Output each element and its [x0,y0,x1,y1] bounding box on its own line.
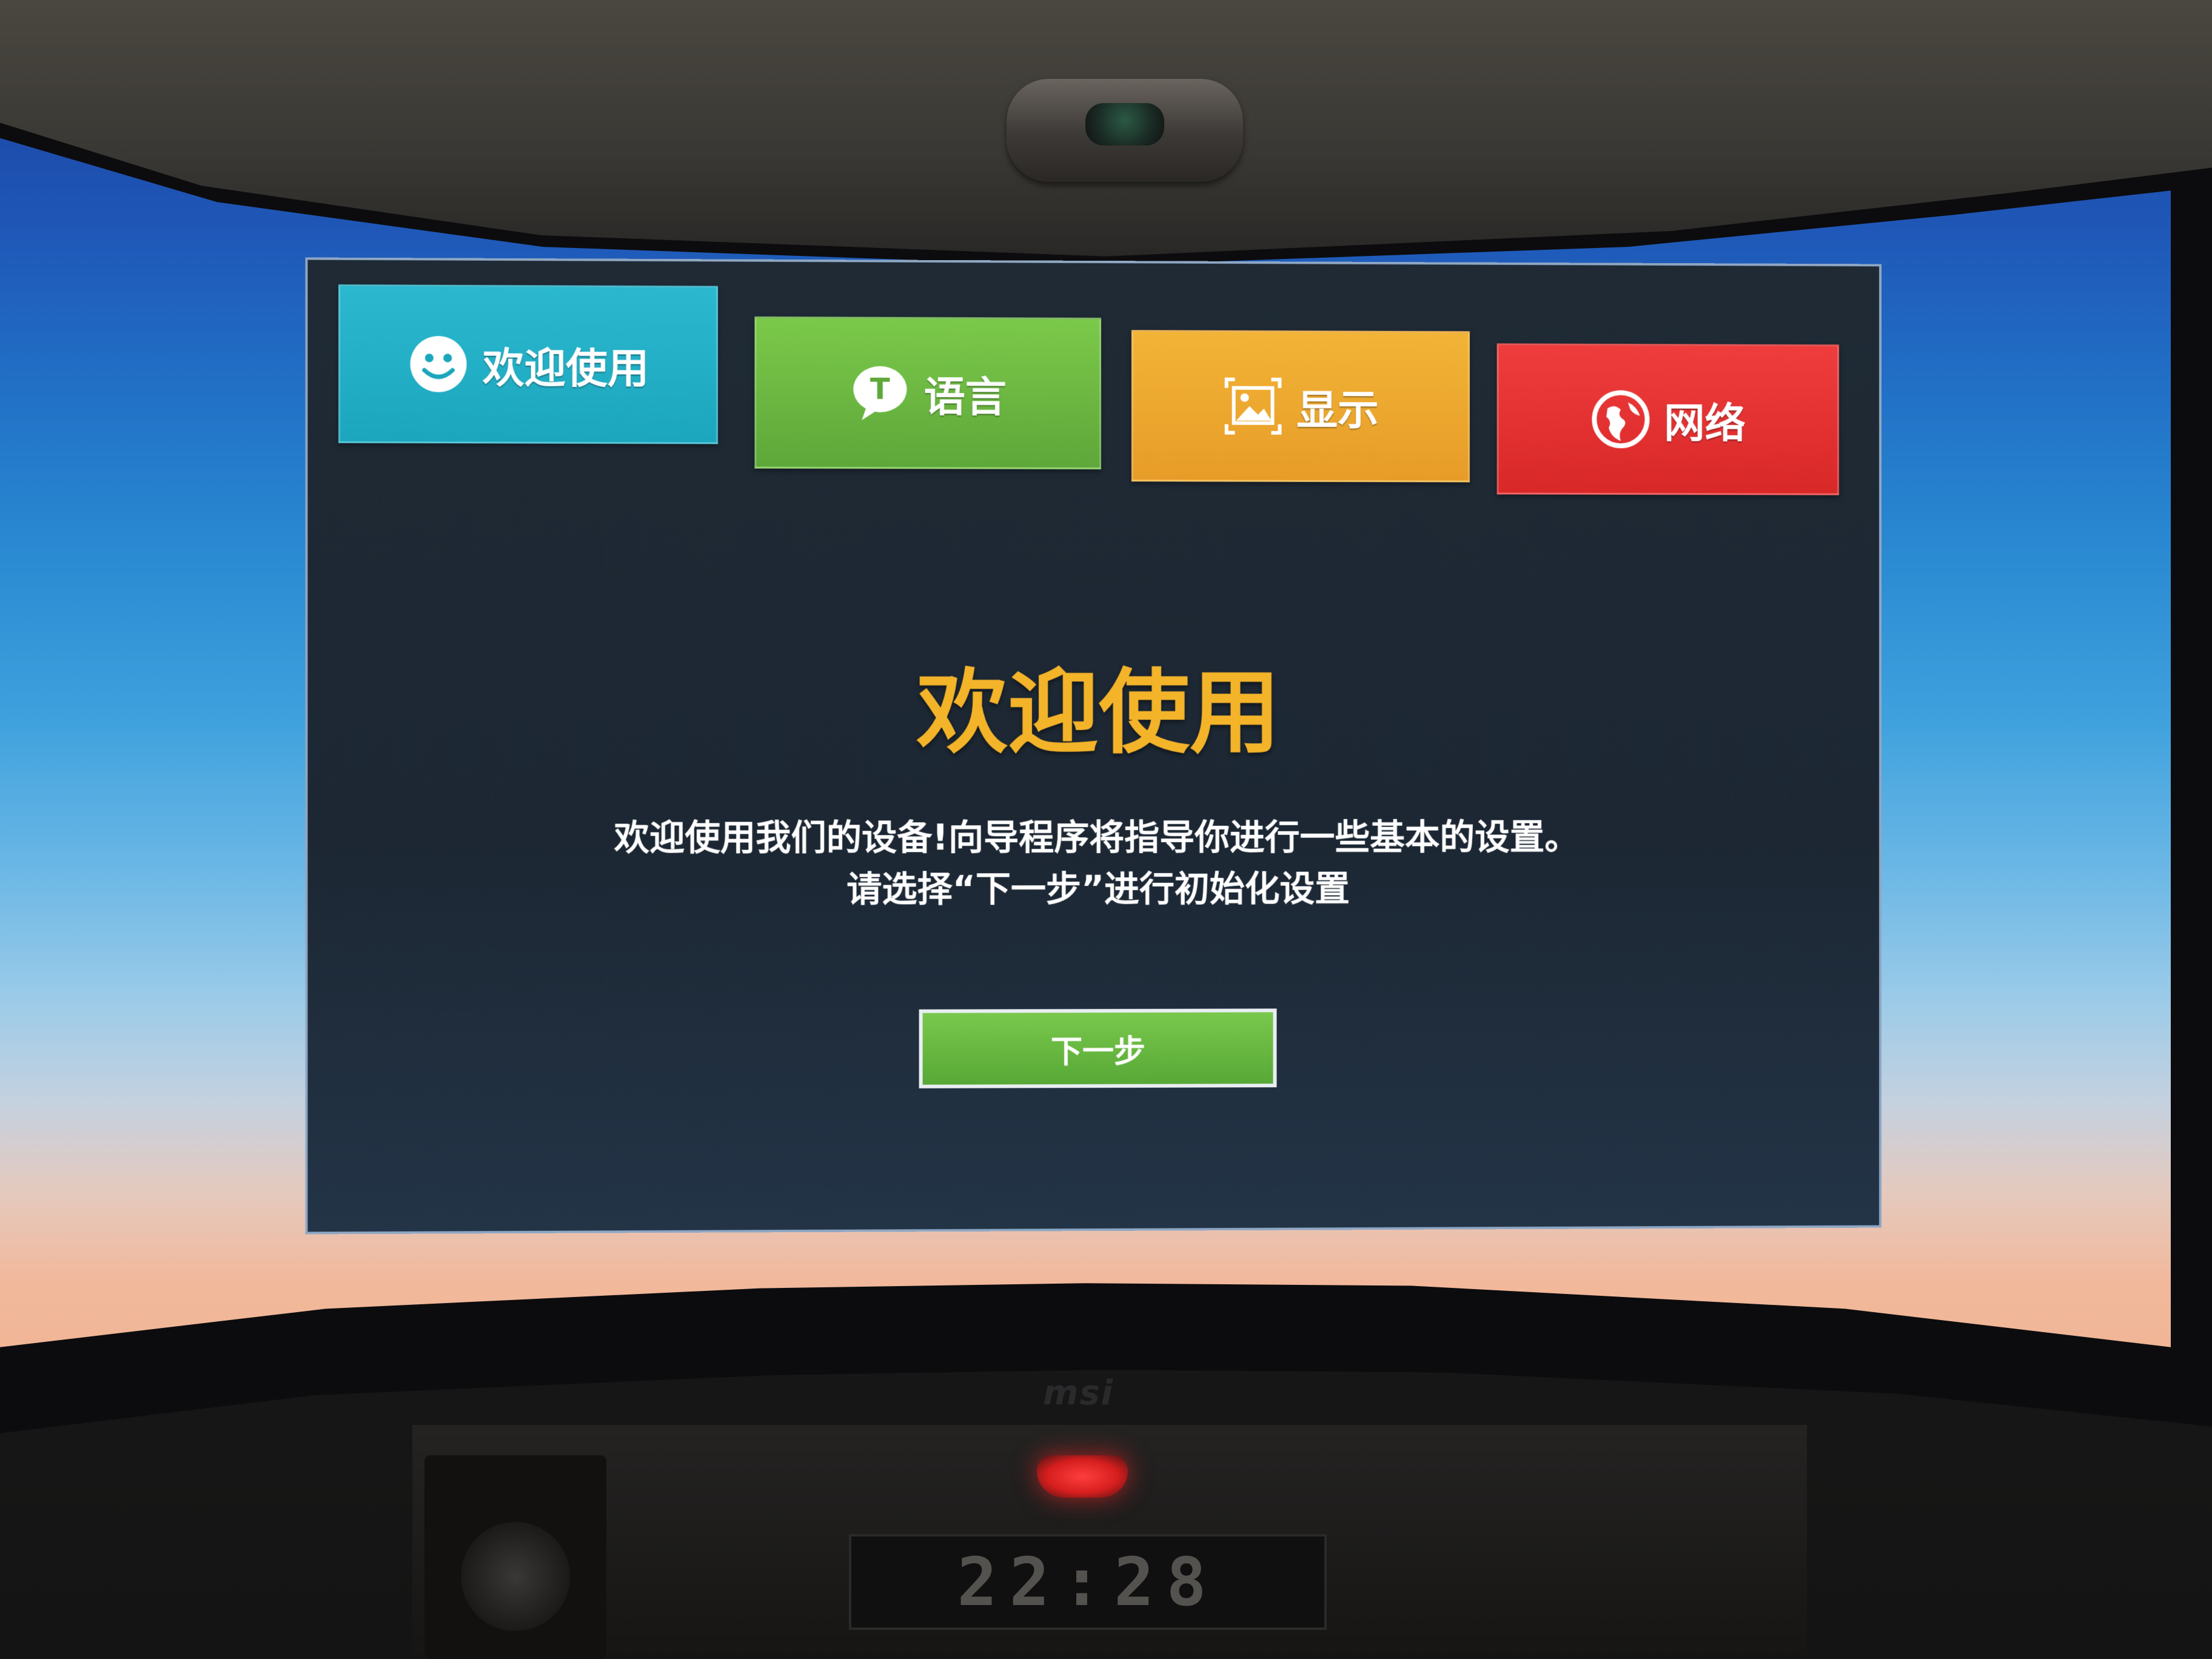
tab-display[interactable]: 显示 [1131,330,1470,483]
picture-icon [1223,376,1284,437]
led-clock: 22:28 [849,1534,1327,1630]
dragon-logo-led [1037,1455,1128,1498]
tab-network-label: 网络 [1664,400,1746,448]
page-title: 欢迎使用 [916,660,1281,766]
svg-text:T: T [870,372,890,406]
webcam [1007,79,1243,182]
tab-welcome[interactable]: 欢迎使用 [338,284,719,444]
tab-language-label: 语言 [923,373,1007,422]
photo-scene: 欢迎使用 T 语言 显示 网络 欢迎使用 欢迎使用我们的设备!向导程序将指导你进… [0,0,2212,1659]
next-step-button[interactable]: 下一步 [919,1008,1277,1088]
webcam-lens [1085,103,1164,146]
tab-network[interactable]: 网络 [1496,343,1839,495]
smiley-icon [410,336,467,392]
setup-wizard-panel: 欢迎使用 T 语言 显示 网络 欢迎使用 欢迎使用我们的设备!向导程序将指导你进… [305,257,1882,1235]
tab-display-label: 显示 [1296,386,1379,435]
speaker [424,1455,606,1659]
description-line-1: 欢迎使用我们的设备!向导程序将指导你进行一些基本的设置。 [614,816,1580,859]
tab-welcome-label: 欢迎使用 [482,344,649,394]
description-line-2: 请选择“下一步”进行初始化设置 [846,868,1350,910]
speech-bubble-t-icon: T [853,366,907,420]
globe-icon [1590,389,1651,450]
monitor-brand-logo: msi [1043,1373,1114,1413]
speaker-cone [461,1522,570,1631]
tab-language[interactable]: T 语言 [754,316,1101,470]
